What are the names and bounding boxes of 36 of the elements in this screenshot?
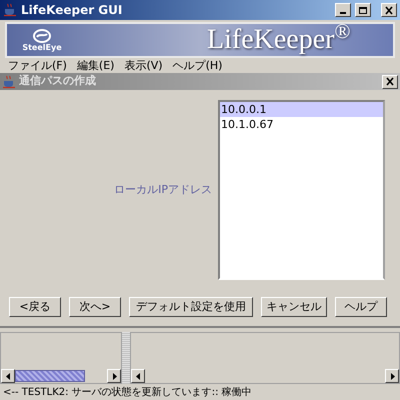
maximize-button[interactable] bbox=[355, 3, 371, 17]
field-label: ローカルIPアドレス bbox=[113, 182, 213, 198]
logo-text: SteelEye bbox=[22, 42, 62, 52]
scroll-left-button[interactable] bbox=[131, 369, 145, 383]
close-icon bbox=[385, 77, 395, 86]
maximize-icon bbox=[358, 6, 368, 14]
dialog-button[interactable]: <戻る bbox=[9, 297, 61, 317]
coffee-cup-icon bbox=[2, 74, 16, 88]
dialog-title: 通信パスの作成 bbox=[19, 73, 97, 90]
close-button[interactable] bbox=[381, 3, 397, 17]
menu-item[interactable]: 表示(V) bbox=[124, 59, 163, 72]
right-arrow-icon bbox=[390, 372, 394, 380]
scrollbar-thumb[interactable] bbox=[15, 370, 85, 382]
list-item[interactable]: 10.0.0.1 bbox=[220, 102, 383, 117]
minimize-icon bbox=[340, 12, 346, 14]
dialog-button[interactable]: ヘルプ bbox=[335, 297, 387, 317]
menu-item[interactable]: ファイル(F) bbox=[8, 59, 67, 72]
menu-item[interactable]: ヘルプ(H) bbox=[172, 59, 222, 72]
scroll-right-button[interactable] bbox=[385, 369, 399, 383]
dialog-button[interactable]: 次へ> bbox=[69, 297, 121, 317]
coffee-cup-icon bbox=[3, 3, 17, 17]
close-button[interactable] bbox=[382, 74, 398, 88]
dialog-button[interactable]: キャンセル bbox=[261, 297, 327, 317]
product-name: LifeKeeper$^{®}$ bbox=[207, 25, 350, 55]
menu-item[interactable]: 編集(E) bbox=[76, 59, 114, 72]
window-title: LifeKeeper GUI bbox=[21, 2, 124, 19]
close-icon bbox=[384, 6, 394, 14]
dialog-button[interactable]: デフォルト設定を使用 bbox=[129, 297, 253, 317]
status-text: <-- TESTLK2: サーバの状態を更新しています:: 稼働中 bbox=[3, 386, 252, 400]
minimize-button[interactable] bbox=[335, 3, 351, 17]
logo-icon bbox=[33, 28, 51, 42]
left-arrow-icon bbox=[136, 372, 140, 380]
right-arrow-icon bbox=[112, 372, 116, 380]
scroll-left-button[interactable] bbox=[1, 369, 15, 383]
scroll-right-button[interactable] bbox=[107, 369, 121, 383]
left-arrow-icon bbox=[6, 372, 10, 380]
